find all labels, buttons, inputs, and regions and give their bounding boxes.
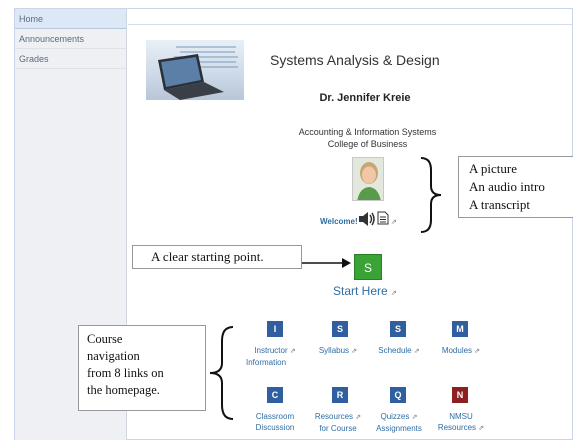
brace-pic [420,157,442,233]
external-link-icon: ⇗ [413,348,420,355]
link-label-line: Modules [441,346,473,355]
link-label: Resources ⇗ [306,411,370,423]
external-link-icon: ⇗ [391,219,397,226]
sidebar-item-home[interactable]: Home [15,9,126,29]
instructor-photo [352,157,384,201]
brace-nav [209,326,234,420]
start-here-link[interactable]: Start Here ⇗ [333,284,397,298]
link-label-line: Instructor [254,346,288,355]
department: Accounting & Information Systems College… [270,126,465,150]
tile-nmsu[interactable]: N [452,387,468,403]
link-label: Quizzes ⇗ [368,411,430,423]
sidebar-item-announcements[interactable]: Announcements [15,29,126,49]
external-link-icon: ⇗ [478,425,485,432]
tile-modules[interactable]: M [452,321,468,337]
link-label-line: Schedule [378,346,412,355]
link-modules[interactable]: Modules ⇗ [432,345,490,357]
instructor-name: Dr. Jennifer Kreie [319,92,411,104]
link-label-line: Classroom [255,412,295,421]
callout-line: A picture [469,161,518,176]
link-label-line: Quizzes [380,412,410,421]
link-quizzes-assignments[interactable]: Quizzes ⇗ Assignments [368,411,430,434]
welcome-label: Welcome! [320,217,358,226]
tile-syllabus[interactable]: S [332,321,348,337]
speaker-icon[interactable] [358,211,376,232]
link-label-line: NMSU [449,412,473,421]
link-label-line: Resources [437,423,477,432]
external-link-icon: ⇗ [474,348,481,355]
college-line: College of Business [327,139,408,149]
link-label-line: Information [246,358,287,367]
arrow-right-icon [302,258,351,268]
callout-line: from 8 links on [87,366,164,380]
external-link-icon: ⇗ [351,348,358,355]
external-link-icon: ⇗ [411,414,418,421]
callout-line: An audio intro [469,179,545,194]
callout-start: A clear starting point. [132,245,302,269]
callout-line: the homepage. [87,383,160,397]
sidebar-item-grades[interactable]: Grades [15,49,126,69]
callout-line: Course [87,332,123,346]
callout-navigation: Course navigation from 8 links on the ho… [78,325,206,411]
welcome-link[interactable]: Welcome! [320,217,358,226]
tile-resources[interactable]: R [332,387,348,403]
start-here-label: Start Here [333,284,388,298]
start-button[interactable]: S [354,254,382,280]
link-label-line: Syllabus [318,346,350,355]
callout-line: A transcript [469,197,531,212]
tile-classroom[interactable]: C [267,387,283,403]
tile-quizzes[interactable]: Q [390,387,406,403]
link-label: Instructor ⇗ [246,345,304,357]
tile-instructor[interactable]: I [267,321,283,337]
link-nmsu-resources[interactable]: NMSU Resources ⇗ [430,411,492,434]
link-instructor-information[interactable]: Instructor ⇗ Information [246,345,304,368]
link-label-line: for Course [319,424,357,433]
department-line: Accounting & Information Systems [298,127,437,137]
tile-schedule[interactable]: S [390,321,406,337]
link-label-line: Assignments [376,424,422,433]
content-divider [128,24,573,25]
link-syllabus[interactable]: Syllabus ⇗ [312,345,364,357]
document-icon[interactable] [377,211,389,230]
link-resources-for-course[interactable]: Resources ⇗ for Course [306,411,370,434]
external-link-icon: ⇗ [289,348,296,355]
link-label-line: Discussion [255,423,295,432]
link-label: Resources ⇗ [430,422,492,434]
external-link-icon: ⇗ [355,414,362,421]
link-schedule[interactable]: Schedule ⇗ [370,345,428,357]
callout-picture: A picture An audio intro A transcript [458,156,573,218]
laptop-banner-image [146,40,244,100]
course-title: Systems Analysis & Design [270,52,440,68]
callout-line: navigation [87,349,140,363]
link-classroom-discussion[interactable]: Classroom Discussion [246,411,304,433]
link-label-line: Resources [314,412,354,421]
external-link-icon: ⇗ [391,290,397,297]
